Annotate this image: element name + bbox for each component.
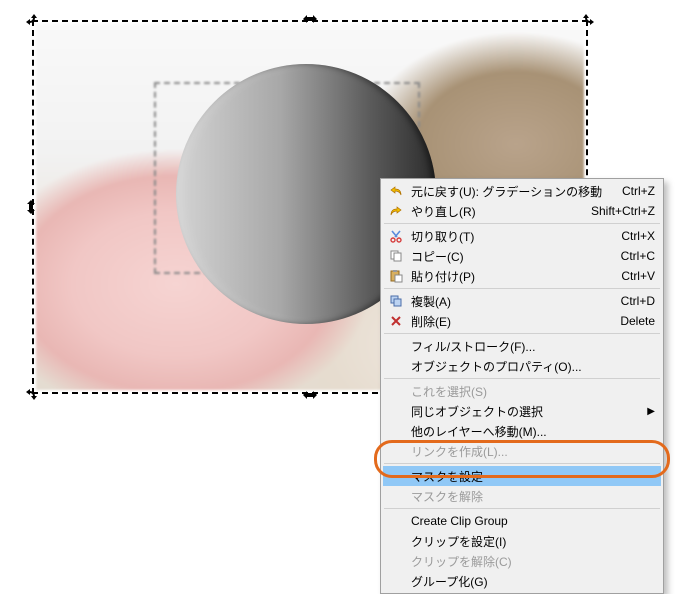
menu-item-object-properties[interactable]: オブジェクトのプロパティ(O)...	[383, 356, 661, 376]
menu-item-label: これを選択(S)	[405, 383, 655, 400]
menu-item-label: グループ化(G)	[405, 573, 655, 590]
menu-item-duplicate[interactable]: 複製(A) Ctrl+D	[383, 291, 661, 311]
copy-icon	[387, 248, 405, 264]
cut-icon	[387, 228, 405, 244]
menu-item-release-mask: マスクを解除	[383, 486, 661, 506]
menu-item-paste[interactable]: 貼り付け(P) Ctrl+V	[383, 266, 661, 286]
redo-icon	[387, 203, 405, 219]
menu-item-label: マスクを解除	[405, 488, 655, 505]
menu-item-label: 同じオブジェクトの選択	[405, 403, 645, 420]
menu-item-label: 元に戻す(U): グラデーションの移動	[405, 183, 622, 200]
menu-item-label: 切り取り(T)	[405, 228, 621, 245]
menu-item-shortcut: Ctrl+D	[621, 294, 655, 308]
menu-item-label: Create Clip Group	[405, 514, 655, 528]
menu-item-delete[interactable]: 削除(E) Delete	[383, 311, 661, 331]
menu-item-label: クリップを設定(I)	[405, 533, 655, 550]
menu-separator	[384, 288, 660, 289]
menu-item-redo[interactable]: やり直し(R) Shift+Ctrl+Z	[383, 201, 661, 221]
menu-item-fill-stroke[interactable]: フィル/ストローク(F)...	[383, 336, 661, 356]
menu-item-release-clip: クリップを解除(C)	[383, 551, 661, 571]
rotate-handle-top-left[interactable]	[24, 12, 38, 26]
menu-item-label: 削除(E)	[405, 313, 620, 330]
menu-separator	[384, 508, 660, 509]
menu-item-label: やり直し(R)	[405, 203, 591, 220]
menu-item-cut[interactable]: 切り取り(T) Ctrl+X	[383, 226, 661, 246]
menu-item-label: リンクを作成(L)...	[405, 443, 655, 460]
menu-item-shortcut: Ctrl+C	[621, 249, 655, 263]
menu-item-label: 貼り付け(P)	[405, 268, 621, 285]
menu-item-label: クリップを解除(C)	[405, 553, 655, 570]
context-menu: 元に戻す(U): グラデーションの移動 Ctrl+Z やり直し(R) Shift…	[380, 178, 664, 594]
menu-item-shortcut: Shift+Ctrl+Z	[591, 204, 655, 218]
paste-icon	[387, 268, 405, 284]
menu-separator	[384, 333, 660, 334]
menu-item-undo[interactable]: 元に戻す(U): グラデーションの移動 Ctrl+Z	[383, 181, 661, 201]
menu-item-shortcut: Delete	[620, 314, 655, 328]
menu-item-select-this: これを選択(S)	[383, 381, 661, 401]
menu-item-label: マスクを設定	[405, 468, 655, 485]
menu-item-group[interactable]: グループ化(G)	[383, 571, 661, 591]
rotate-handle-bottom-left[interactable]	[24, 388, 38, 402]
menu-item-copy[interactable]: コピー(C) Ctrl+C	[383, 246, 661, 266]
menu-item-select-same[interactable]: 同じオブジェクトの選択 ▶	[383, 401, 661, 421]
menu-separator	[384, 378, 660, 379]
menu-item-label: 他のレイヤーへ移動(M)...	[405, 423, 655, 440]
menu-item-shortcut: Ctrl+X	[621, 229, 655, 243]
undo-icon	[387, 183, 405, 199]
menu-separator	[384, 463, 660, 464]
menu-item-create-link: リンクを作成(L)...	[383, 441, 661, 461]
menu-item-label: オブジェクトのプロパティ(O)...	[405, 358, 655, 375]
skew-handle-top[interactable]	[303, 12, 317, 26]
menu-separator	[384, 223, 660, 224]
duplicate-icon	[387, 293, 405, 309]
menu-item-shortcut: Ctrl+V	[621, 269, 655, 283]
menu-item-label: コピー(C)	[405, 248, 621, 265]
menu-item-create-clip-group[interactable]: Create Clip Group	[383, 511, 661, 531]
skew-handle-bottom[interactable]	[303, 388, 317, 402]
submenu-arrow-icon: ▶	[645, 406, 655, 417]
menu-item-label: 複製(A)	[405, 293, 621, 310]
menu-item-set-mask[interactable]: マスクを設定	[383, 466, 661, 486]
menu-item-label: フィル/ストローク(F)...	[405, 338, 655, 355]
menu-item-move-to-layer[interactable]: 他のレイヤーへ移動(M)...	[383, 421, 661, 441]
skew-handle-left[interactable]	[24, 200, 38, 214]
menu-item-set-clip[interactable]: クリップを設定(I)	[383, 531, 661, 551]
menu-item-shortcut: Ctrl+Z	[622, 184, 655, 198]
delete-icon	[387, 313, 405, 329]
rotate-handle-top-right[interactable]	[582, 12, 596, 26]
